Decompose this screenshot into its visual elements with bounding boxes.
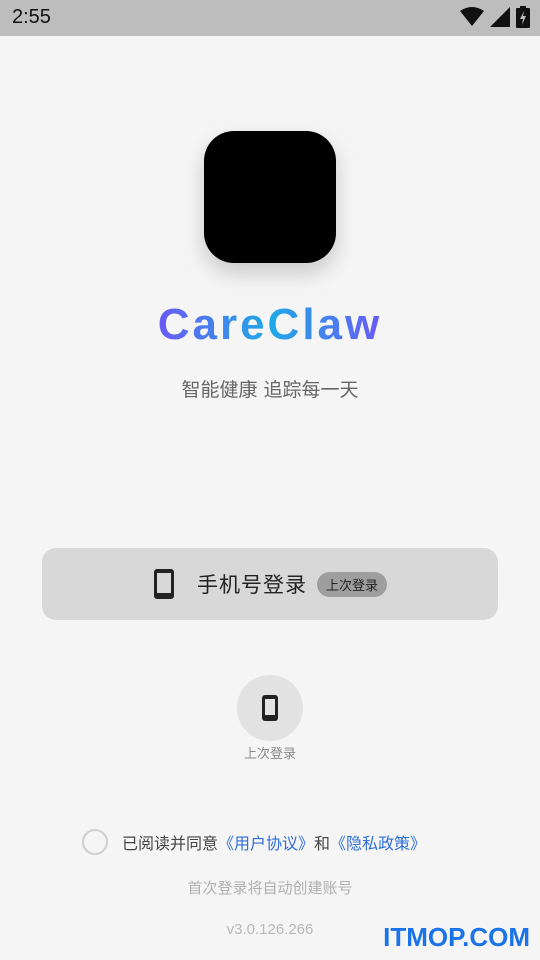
status-bar: 2:55 [0,0,540,36]
agreement-conjunction: 和 [314,834,331,853]
agreement-row: 已阅读并同意《用户协议》和《隐私政策》 [82,827,426,857]
agreement-checkbox[interactable] [82,829,108,855]
app-logo [204,131,336,263]
agreement-prefix: 已阅读并同意 [122,834,219,853]
phone-icon [262,695,278,721]
alt-phone-login-button[interactable] [237,675,303,741]
status-icons [460,6,530,28]
phone-login-button[interactable]: 手机号登录 上次登录 [42,548,498,620]
auto-create-note: 首次登录将自动创建账号 [187,879,353,897]
cell-signal-icon [490,7,510,27]
user-agreement-link[interactable]: 《用户协议》 [218,834,314,853]
alt-login-caption: 上次登录 [243,747,296,762]
phone-icon [153,569,174,599]
privacy-policy-link[interactable]: 《隐私政策》 [330,834,426,853]
app-name-text: CareClaw [157,300,383,349]
wifi-icon [460,7,484,26]
last-login-badge: 上次登录 [316,571,387,597]
status-time: 2:55 [12,6,51,28]
app-tagline: 智能健康 追踪每一天 [181,379,359,401]
site-watermark: ITMOP.COM [383,922,530,952]
app-name: CareClaw [0,300,540,350]
battery-charging-icon [516,6,530,28]
agreement-text: 已阅读并同意《用户协议》和《隐私政策》 [122,830,426,854]
phone-login-label: 手机号登录 [196,573,307,597]
